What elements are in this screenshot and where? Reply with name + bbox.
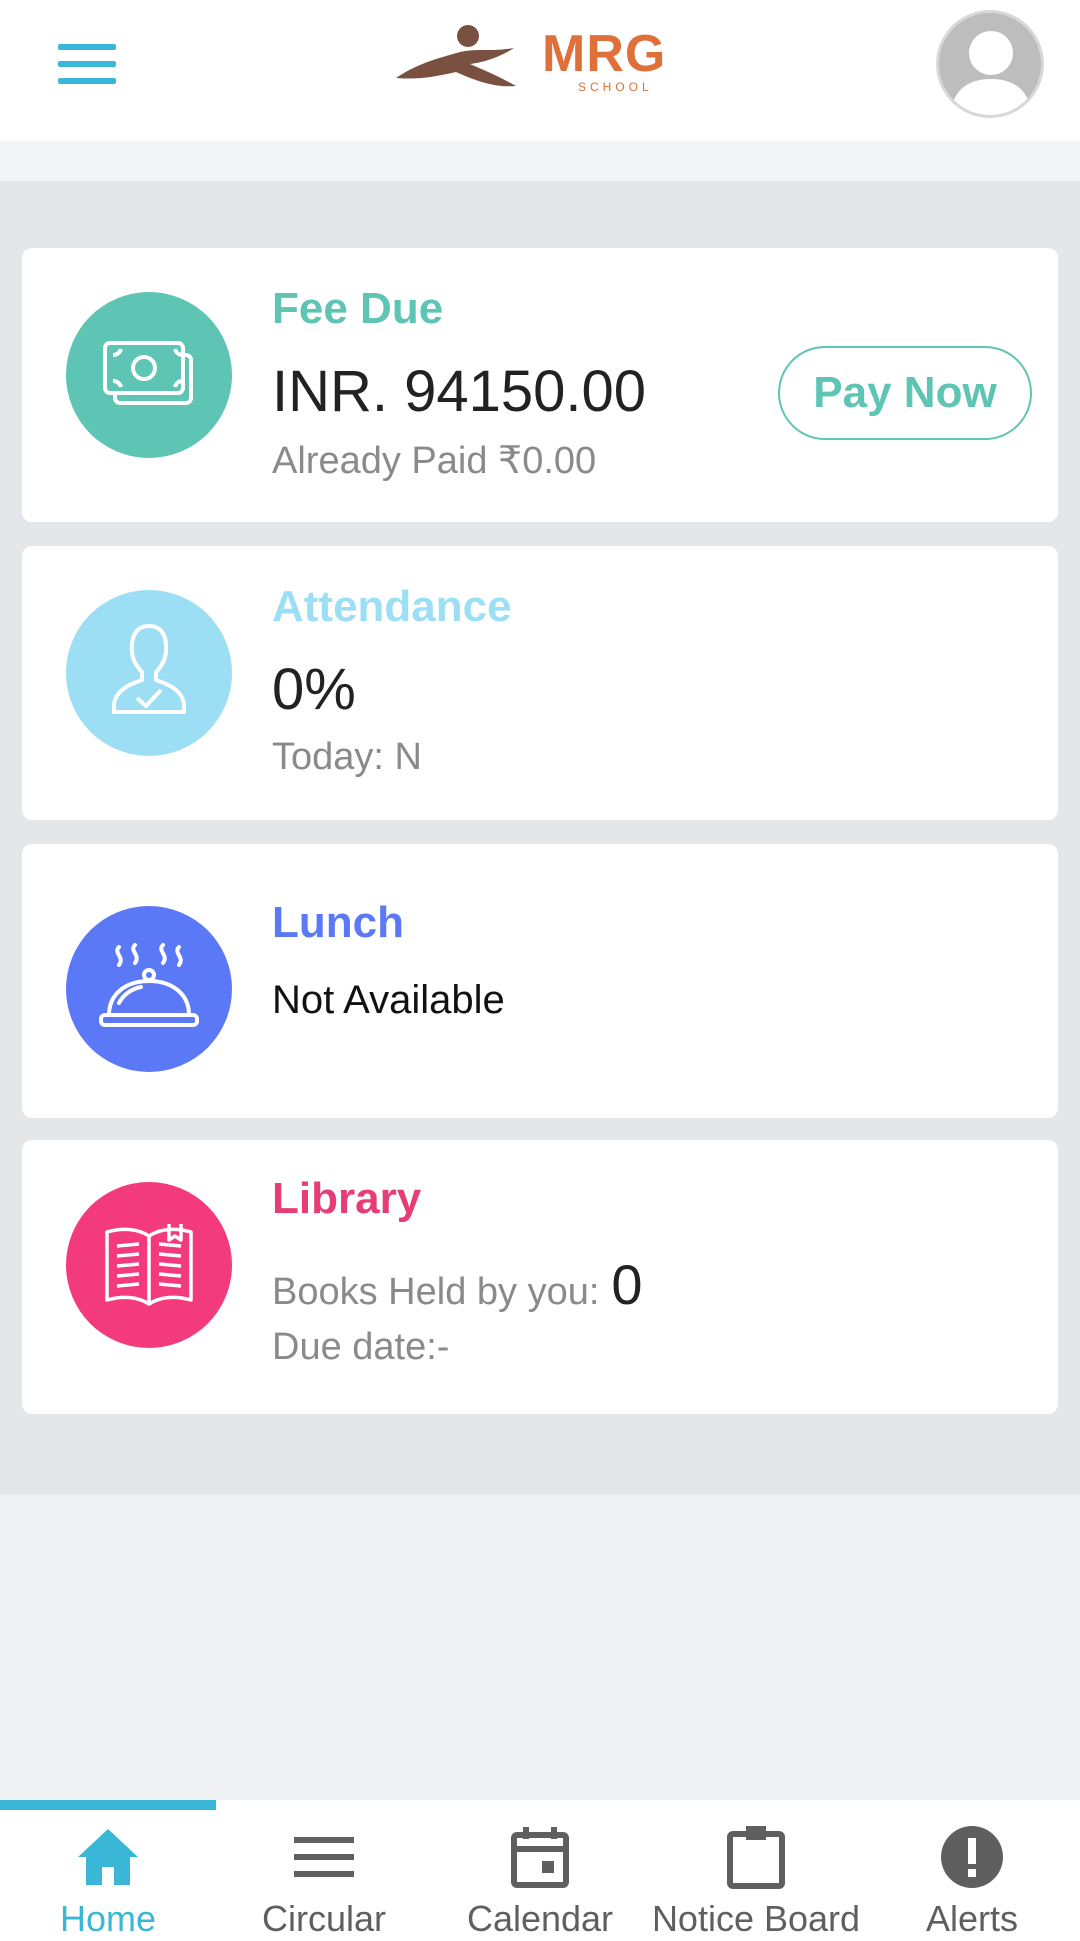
- logo-mark-icon: [396, 25, 516, 87]
- nav-alerts-label: Alerts: [925, 1898, 1019, 1939]
- food-cloche-icon: [66, 906, 232, 1072]
- nav-calendar[interactable]: Calendar: [432, 1800, 648, 1941]
- fee-due-title: Fee Due: [272, 284, 444, 333]
- header-shadow: [0, 141, 1080, 181]
- fee-already-paid: Already Paid ₹0.00: [272, 440, 597, 482]
- clipboard-icon: [716, 1822, 796, 1892]
- nav-circular[interactable]: Circular: [216, 1800, 432, 1941]
- logo-text: MRG: [542, 25, 667, 83]
- nav-notice-board-label: Notice Board: [651, 1898, 861, 1939]
- home-icon: [68, 1822, 148, 1892]
- user-avatar-icon[interactable]: [936, 10, 1044, 118]
- pay-now-button[interactable]: Pay Now: [778, 346, 1032, 440]
- school-logo: MRG SCHOOL: [390, 18, 690, 108]
- attendance-card[interactable]: Attendance 0% Today: N: [22, 546, 1058, 820]
- active-tab-indicator: [0, 1800, 216, 1810]
- lunch-status: Not Available: [272, 978, 505, 1022]
- alert-icon: [932, 1822, 1012, 1892]
- hamburger-menu-icon[interactable]: [58, 44, 116, 84]
- app-header: MRG SCHOOL: [0, 0, 1080, 141]
- nav-home-label: Home: [59, 1898, 157, 1939]
- books-held-label: Books Held by you:: [272, 1271, 600, 1313]
- attendance-percent: 0%: [272, 657, 356, 722]
- lunch-title: Lunch: [272, 898, 404, 947]
- list-icon: [284, 1822, 364, 1892]
- books-held-count: 0: [611, 1253, 643, 1316]
- logo-subtext: SCHOOL: [578, 80, 653, 94]
- nav-home[interactable]: Home: [0, 1800, 216, 1941]
- books-held-row: Books Held by you: 0: [272, 1252, 643, 1317]
- attendance-title: Attendance: [272, 582, 512, 631]
- library-card[interactable]: Library Books Held by you: 0 Due date:-: [22, 1140, 1058, 1414]
- library-title: Library: [272, 1174, 422, 1223]
- library-due-date: Due date:-: [272, 1326, 450, 1368]
- money-icon: [66, 292, 232, 458]
- lunch-card[interactable]: Lunch Not Available: [22, 844, 1058, 1118]
- nav-calendar-label: Calendar: [466, 1898, 614, 1939]
- nav-notice-board[interactable]: Notice Board: [648, 1800, 864, 1941]
- user-check-icon: [66, 590, 232, 756]
- fee-due-card[interactable]: Fee Due INR. 94150.00 Already Paid ₹0.00…: [22, 248, 1058, 522]
- book-icon: [66, 1182, 232, 1348]
- calendar-icon: [500, 1822, 580, 1892]
- bottom-navigation: Home Circular Calendar Notice Board Aler…: [0, 1800, 1080, 1941]
- nav-circular-label: Circular: [261, 1898, 386, 1939]
- nav-alerts[interactable]: Alerts: [864, 1800, 1080, 1941]
- fee-due-amount: INR. 94150.00: [272, 359, 647, 424]
- attendance-today: Today: N: [272, 736, 422, 778]
